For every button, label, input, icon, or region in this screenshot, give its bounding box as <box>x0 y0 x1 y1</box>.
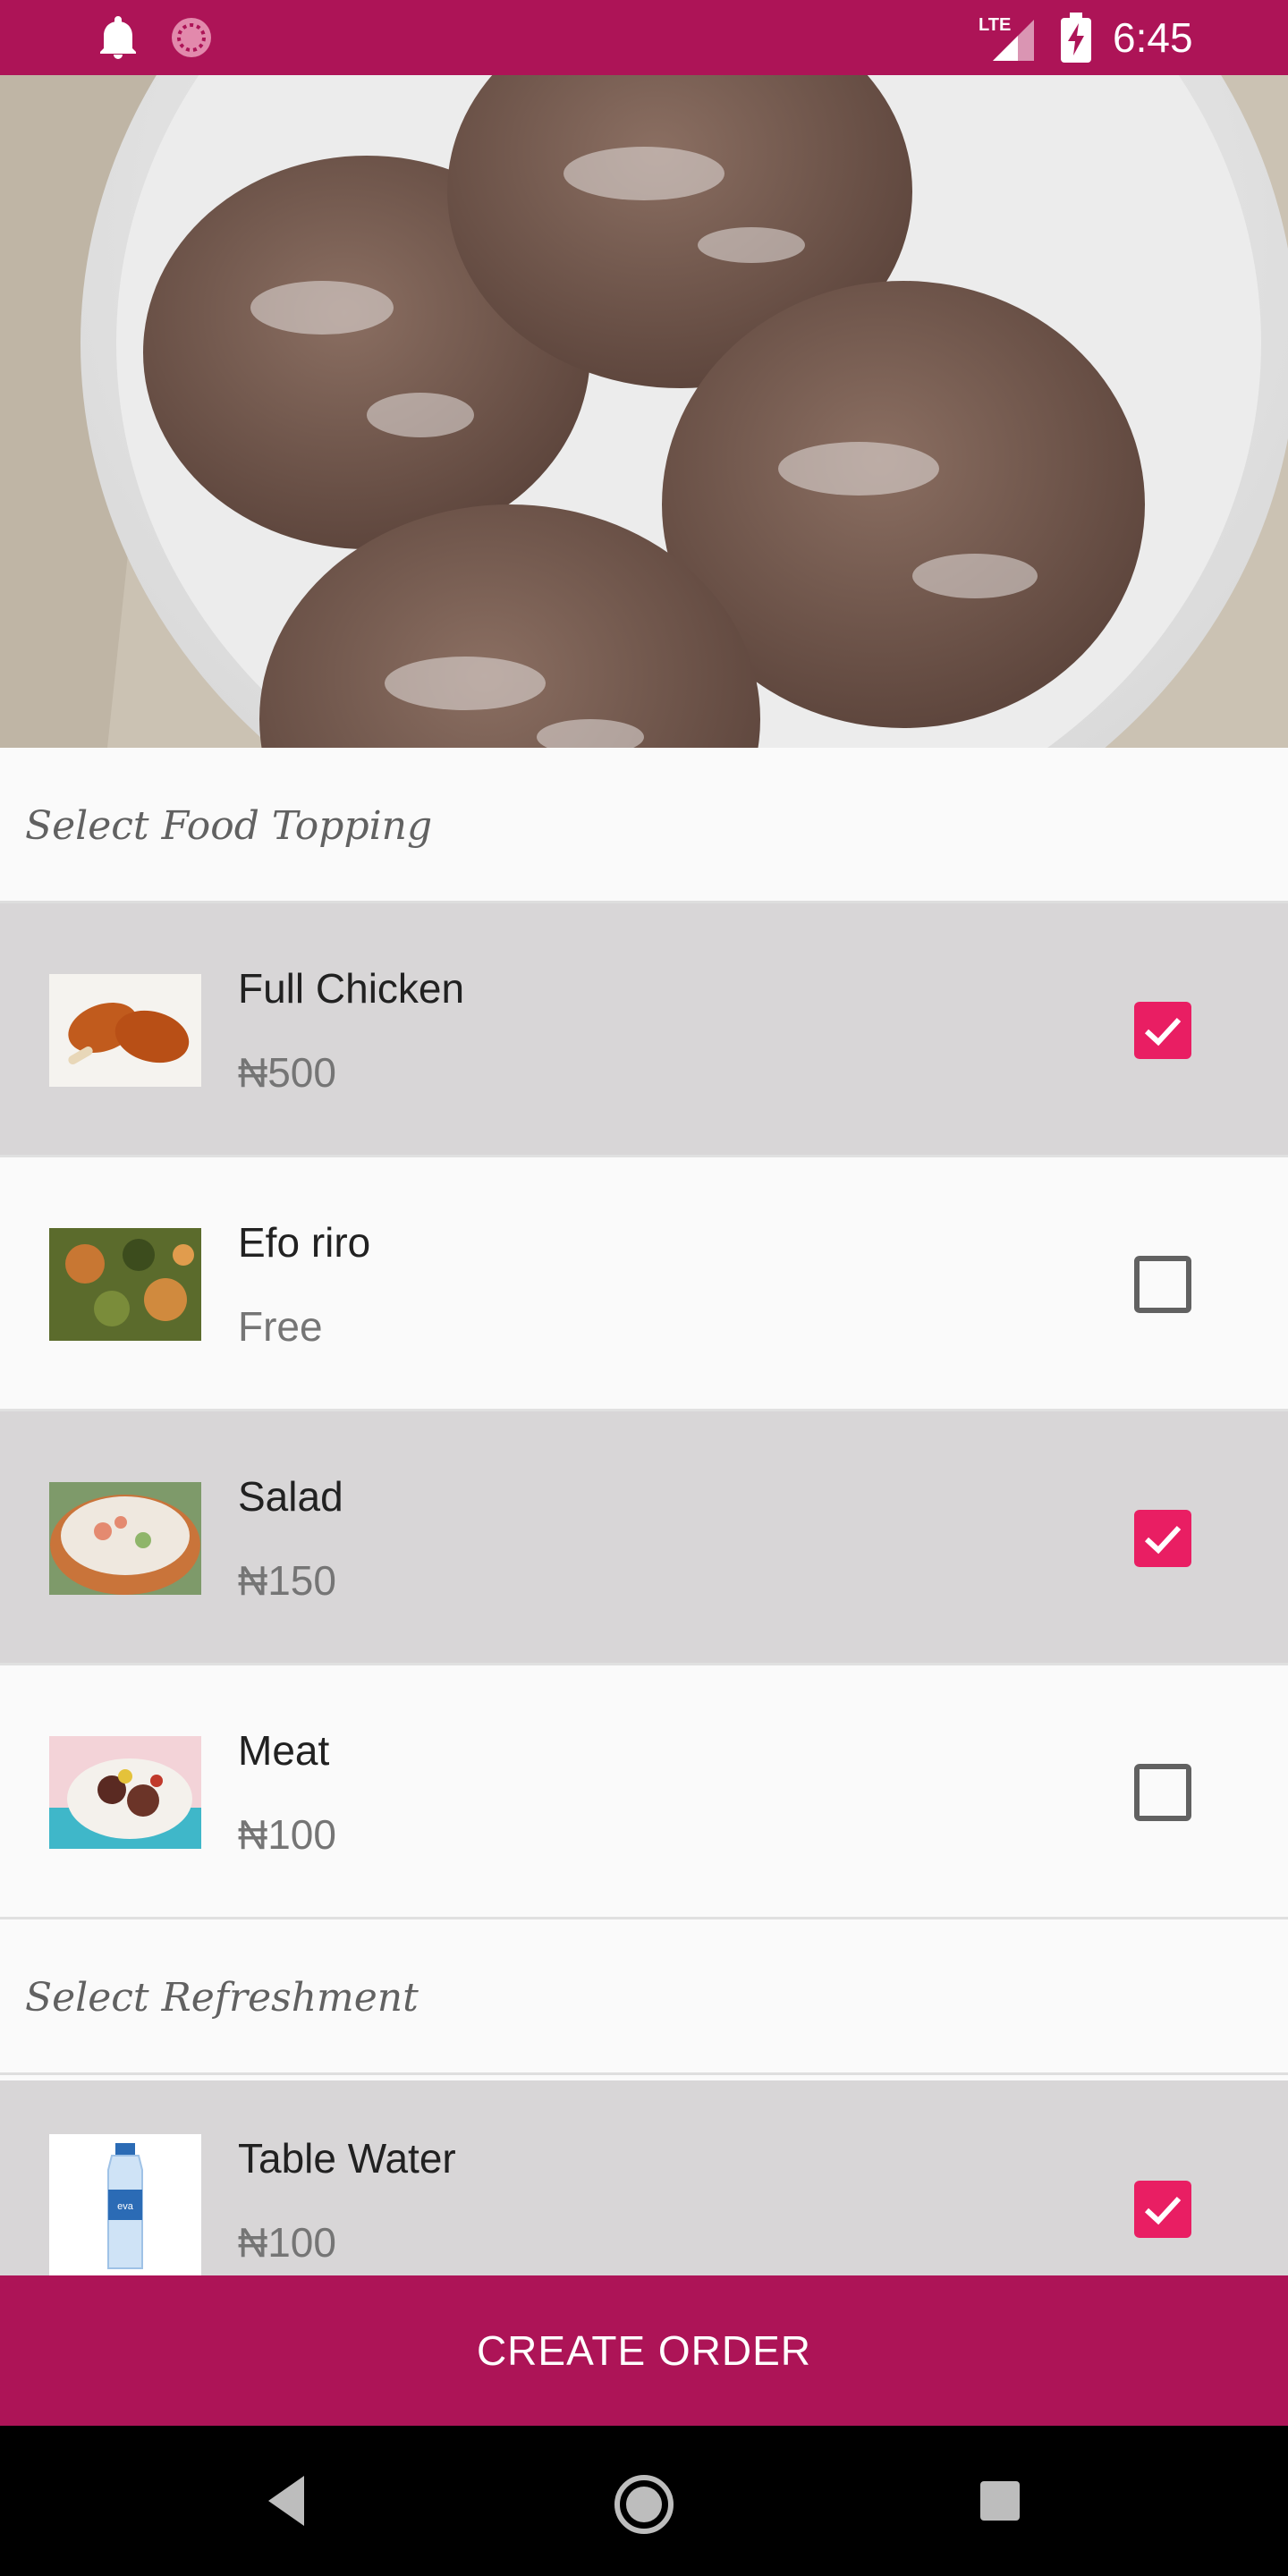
toppings-section-header: Select Food Topping <box>0 748 1288 903</box>
topping-row-efo-riro[interactable]: Efo riro Free <box>0 1157 1288 1411</box>
refreshment-name: Table Water <box>238 2135 456 2182</box>
home-icon[interactable] <box>612 2472 676 2537</box>
topping-price: Free <box>238 1303 323 1350</box>
lte-signal-icon: LTE <box>979 15 1034 61</box>
sync-icon <box>172 18 211 57</box>
status-bar: LTE 6:45 <box>0 0 1288 75</box>
efo-riro-checkbox[interactable] <box>1134 1256 1191 1313</box>
back-icon[interactable] <box>265 2472 308 2529</box>
food-photo-icon <box>0 75 1288 748</box>
salad-thumbnail <box>49 1482 201 1595</box>
topping-name: Efo riro <box>238 1219 371 1266</box>
battery-charging-icon <box>1061 13 1091 63</box>
table-water-checkbox[interactable] <box>1134 2181 1191 2238</box>
topping-price: ₦150 <box>238 1557 336 1604</box>
checkmark-icon <box>1144 2196 1182 2225</box>
navigation-bar <box>0 2426 1288 2576</box>
svg-text:LTE: LTE <box>979 15 1011 35</box>
topping-row-full-chicken[interactable]: Full Chicken ₦500 <box>0 903 1288 1157</box>
notification-bell-icon <box>100 16 136 59</box>
full-chicken-checkbox[interactable] <box>1134 1002 1191 1059</box>
checkmark-icon <box>1144 1017 1182 1046</box>
refreshment-price: ₦100 <box>238 2219 336 2266</box>
table-water-thumbnail: eva <box>49 2134 201 2275</box>
section-title: Select Food Topping <box>25 803 433 849</box>
create-order-button[interactable]: CREATE ORDER <box>0 2275 1288 2426</box>
topping-price: ₦500 <box>238 1049 336 1096</box>
hero-food-image <box>0 75 1288 748</box>
efo-riro-thumbnail <box>49 1228 201 1341</box>
meat-thumbnail <box>49 1736 201 1849</box>
checkmark-icon <box>1144 1525 1182 1555</box>
topping-name: Meat <box>238 1727 330 1774</box>
topping-row-meat[interactable]: Meat ₦100 <box>0 1665 1288 1919</box>
status-time: 6:45 <box>1113 14 1193 61</box>
refreshment-row-table-water[interactable]: eva Table Water ₦100 <box>0 2080 1288 2275</box>
topping-price: ₦100 <box>238 1811 336 1858</box>
topping-name: Salad <box>238 1473 343 1520</box>
topping-name: Full Chicken <box>238 965 465 1012</box>
salad-checkbox[interactable] <box>1134 1510 1191 1567</box>
chicken-thumbnail <box>49 974 201 1087</box>
section-title: Select Refreshment <box>25 1975 419 2021</box>
refreshment-section-header: Select Refreshment <box>0 1919 1288 2075</box>
meat-checkbox[interactable] <box>1134 1764 1191 1821</box>
svg-text:eva: eva <box>117 2201 134 2212</box>
recent-apps-icon[interactable] <box>980 2481 1020 2521</box>
topping-row-salad[interactable]: Salad ₦150 <box>0 1411 1288 1665</box>
